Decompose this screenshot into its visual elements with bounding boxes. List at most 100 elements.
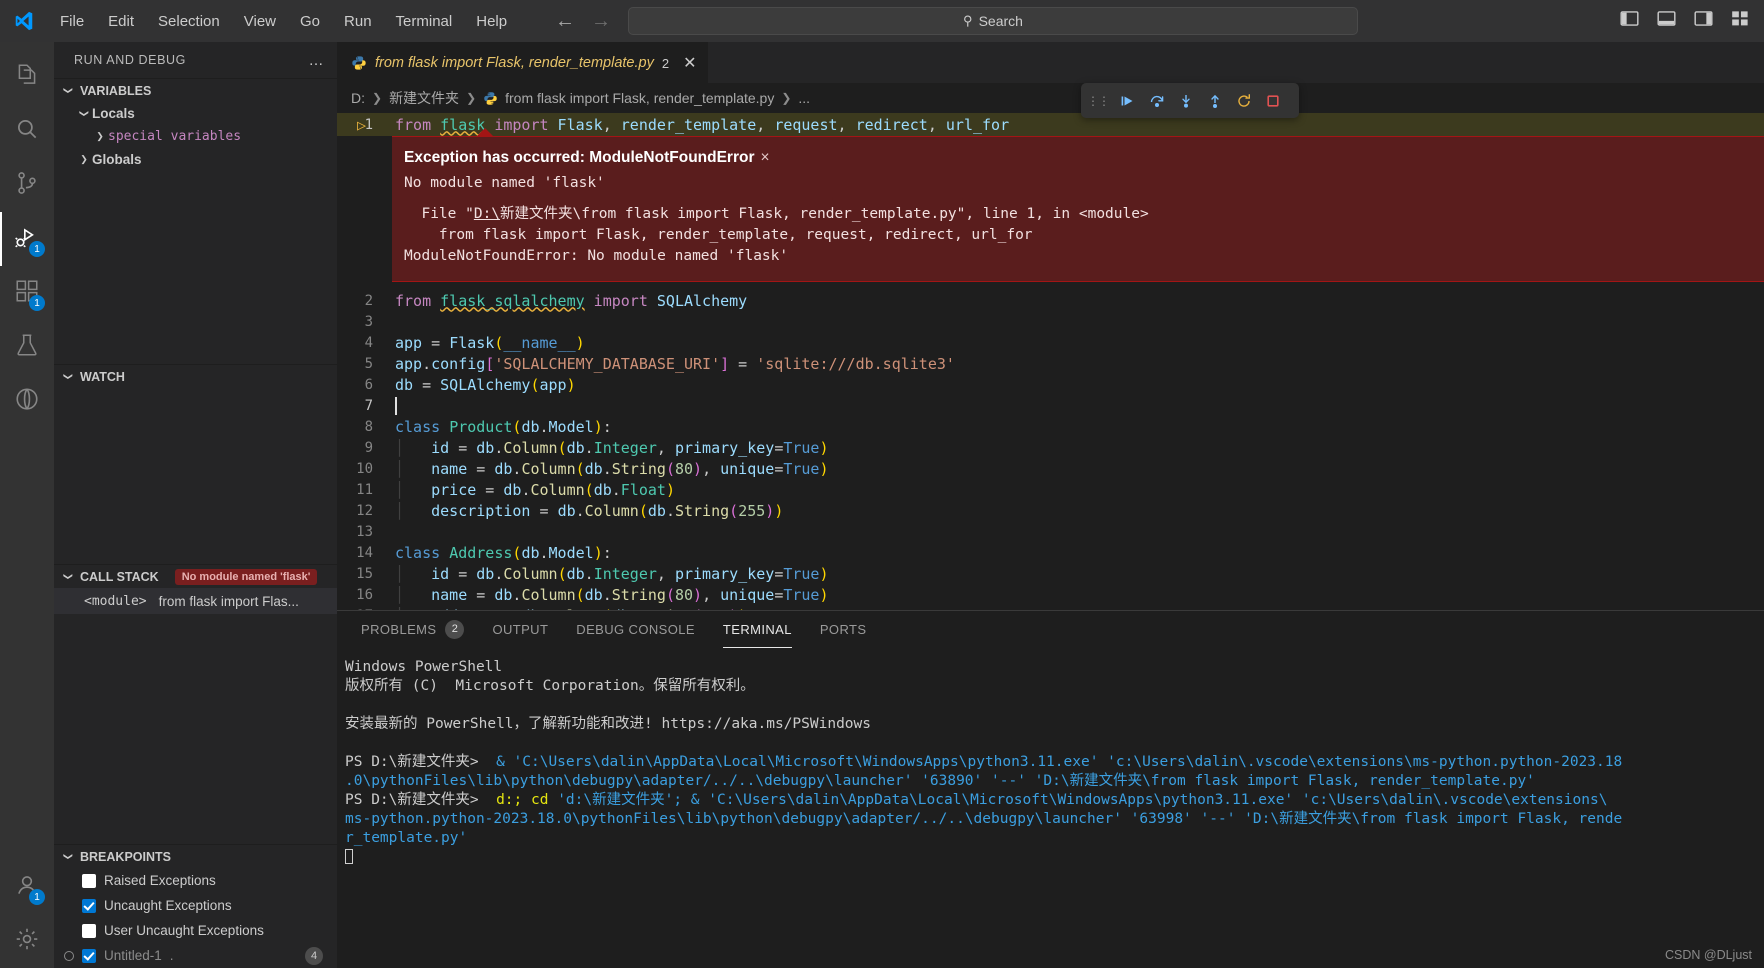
- breakpoint-row-raised-exceptions[interactable]: Raised Exceptions: [54, 868, 337, 893]
- activity-item-search[interactable]: [0, 104, 54, 158]
- call-stack-location: from flask import Flas...: [158, 593, 299, 609]
- breadcrumb-item-folder[interactable]: 新建文件夹: [389, 88, 459, 108]
- exception-frame-link[interactable]: D:\: [474, 206, 500, 222]
- menu-go[interactable]: Go: [288, 9, 332, 34]
- chevron-down-icon: [76, 108, 92, 119]
- navigation-arrows: ← →: [555, 11, 611, 31]
- variables-row-label: special variables: [108, 129, 242, 144]
- vscode-logo-icon: [0, 10, 48, 32]
- chevron-right-icon: [92, 131, 108, 142]
- breadcrumb-item-symbol[interactable]: ...: [798, 90, 810, 106]
- close-icon[interactable]: ×: [761, 149, 770, 166]
- activity-item-testing[interactable]: [0, 320, 54, 374]
- line-number: 5: [364, 355, 373, 372]
- panel-tab-output[interactable]: OUTPUT: [492, 611, 548, 648]
- editor-area: from flask import Flask, render_template…: [337, 42, 1764, 968]
- menu-terminal[interactable]: Terminal: [384, 9, 465, 34]
- terminal-line: 版权所有 (C) Microsoft Corporation。保留所有权利。: [345, 678, 755, 694]
- variables-row-special-variables[interactable]: special variables: [54, 125, 337, 148]
- panel-tab-problems[interactable]: PROBLEMS 2: [361, 611, 465, 648]
- breadcrumb-item-drive[interactable]: D:: [351, 90, 365, 106]
- code-line: 16 │ name = db.Column(db.String(80), uni…: [337, 584, 1764, 605]
- exception-pointer-icon: [476, 128, 494, 137]
- menu-selection[interactable]: Selection: [146, 9, 232, 34]
- breakpoint-row-untitled-1[interactable]: Untitled-1 . 4: [54, 943, 337, 968]
- restart-icon[interactable]: [1232, 89, 1256, 113]
- arrow-left-icon[interactable]: ←: [555, 11, 575, 31]
- breakpoint-row-user-uncaught-exceptions[interactable]: User Uncaught Exceptions: [54, 918, 337, 943]
- files-icon: [14, 62, 40, 93]
- code-text: [395, 396, 407, 415]
- code-text: app = Flask(__name__): [395, 333, 585, 352]
- search-input[interactable]: ⚲ Search: [628, 7, 1358, 35]
- variables-header-label: VARIABLES: [80, 83, 152, 98]
- code-line-1: ▷ 1 from flask import Flask, render_temp…: [337, 113, 1764, 136]
- code-text: │ price = db.Column(db.Float): [395, 480, 675, 499]
- variables-header[interactable]: VARIABLES: [54, 78, 337, 102]
- checkbox-unchecked-icon[interactable]: [82, 923, 96, 938]
- python-icon: [484, 91, 497, 105]
- exception-frame-code: from flask import Flask, render_template…: [404, 227, 1033, 243]
- checkbox-unchecked-icon[interactable]: [82, 873, 96, 888]
- panel-tab-ports[interactable]: PORTS: [820, 611, 867, 648]
- activity-item-azure[interactable]: [0, 374, 54, 428]
- activity-item-source-control[interactable]: [0, 158, 54, 212]
- breakpoints-header[interactable]: BREAKPOINTS: [54, 844, 337, 868]
- panel-tab-terminal[interactable]: TERMINAL: [722, 611, 792, 648]
- code-line: 5 app.config['SQLALCHEMY_DATABASE_URI'] …: [337, 353, 1764, 374]
- watch-header-label: WATCH: [80, 369, 125, 384]
- code-line: 13: [337, 521, 1764, 542]
- panel-bottom-icon[interactable]: [1657, 9, 1676, 33]
- code-line: 10 │ name = db.Column(db.String(80), uni…: [337, 458, 1764, 479]
- variables-row-globals[interactable]: Globals: [54, 148, 337, 171]
- editor-tab-active[interactable]: from flask import Flask, render_template…: [337, 42, 709, 83]
- watch-header[interactable]: WATCH: [54, 364, 337, 388]
- code-lines: 2 from flask_sqlalchemy import SQLAlchem…: [337, 282, 1764, 611]
- exception-message: No module named 'flask': [404, 175, 605, 191]
- step-out-icon[interactable]: [1203, 89, 1227, 113]
- customize-layout-icon[interactable]: [1731, 9, 1750, 33]
- panel-right-icon[interactable]: [1694, 9, 1713, 33]
- checkbox-checked-icon[interactable]: [82, 948, 96, 963]
- terminal-command-wrap: .0\pythonFiles\lib\python\debugpy\adapte…: [345, 773, 1535, 789]
- menu-run[interactable]: Run: [332, 9, 384, 34]
- continue-icon[interactable]: [1116, 89, 1140, 113]
- search-placeholder: Search: [978, 13, 1023, 29]
- activity-item-accounts[interactable]: 1: [0, 860, 54, 914]
- more-actions-icon[interactable]: …: [309, 52, 326, 69]
- panel-left-icon[interactable]: [1620, 9, 1639, 33]
- line-number: 17: [337, 608, 395, 611]
- panel-tab-label: PORTS: [819, 622, 867, 637]
- panel-tab-debug-console[interactable]: DEBUG CONSOLE: [576, 611, 695, 648]
- breakpoint-label: Untitled-1: [104, 948, 162, 963]
- checkbox-checked-icon[interactable]: [82, 898, 96, 913]
- code-editor[interactable]: ▷ 1 from flask import Flask, render_temp…: [337, 113, 1764, 610]
- close-icon[interactable]: ✕: [683, 53, 696, 73]
- call-stack-header[interactable]: CALL STACK No module named 'flask': [54, 564, 337, 588]
- menu-file[interactable]: File: [48, 9, 96, 34]
- drag-grip-icon[interactable]: ⋮⋮: [1087, 94, 1110, 108]
- activity-item-extensions[interactable]: 1: [0, 266, 54, 320]
- code-line: 8 class Product(db.Model):: [337, 416, 1764, 437]
- menu-view[interactable]: View: [232, 9, 288, 34]
- debug-toolbar[interactable]: ⋮⋮: [1081, 83, 1299, 118]
- stop-icon[interactable]: [1261, 89, 1285, 113]
- activity-item-settings[interactable]: [0, 914, 54, 968]
- menu-help[interactable]: Help: [464, 9, 519, 34]
- activity-item-explorer[interactable]: [0, 50, 54, 104]
- step-over-icon[interactable]: [1145, 89, 1169, 113]
- activity-item-run-and-debug[interactable]: 1: [0, 212, 54, 266]
- arrow-right-icon[interactable]: →: [591, 11, 611, 31]
- panel-tab-label: OUTPUT: [492, 622, 549, 637]
- terminal-output[interactable]: Windows PowerShell 版权所有 (C) Microsoft Co…: [337, 648, 1764, 968]
- call-stack-row[interactable]: <module> from flask import Flas...: [54, 588, 337, 614]
- menu-edit[interactable]: Edit: [96, 9, 146, 34]
- editor-tab-label: from flask import Flask, render_template…: [375, 55, 654, 71]
- variables-row-label: Locals: [92, 106, 135, 121]
- breakpoint-row-uncaught-exceptions[interactable]: Uncaught Exceptions: [54, 893, 337, 918]
- breadcrumb-item-file[interactable]: from flask import Flask, render_template…: [505, 90, 774, 106]
- chevron-down-icon: [60, 571, 76, 582]
- variables-row-locals[interactable]: Locals: [54, 102, 337, 125]
- step-into-icon[interactable]: [1174, 89, 1198, 113]
